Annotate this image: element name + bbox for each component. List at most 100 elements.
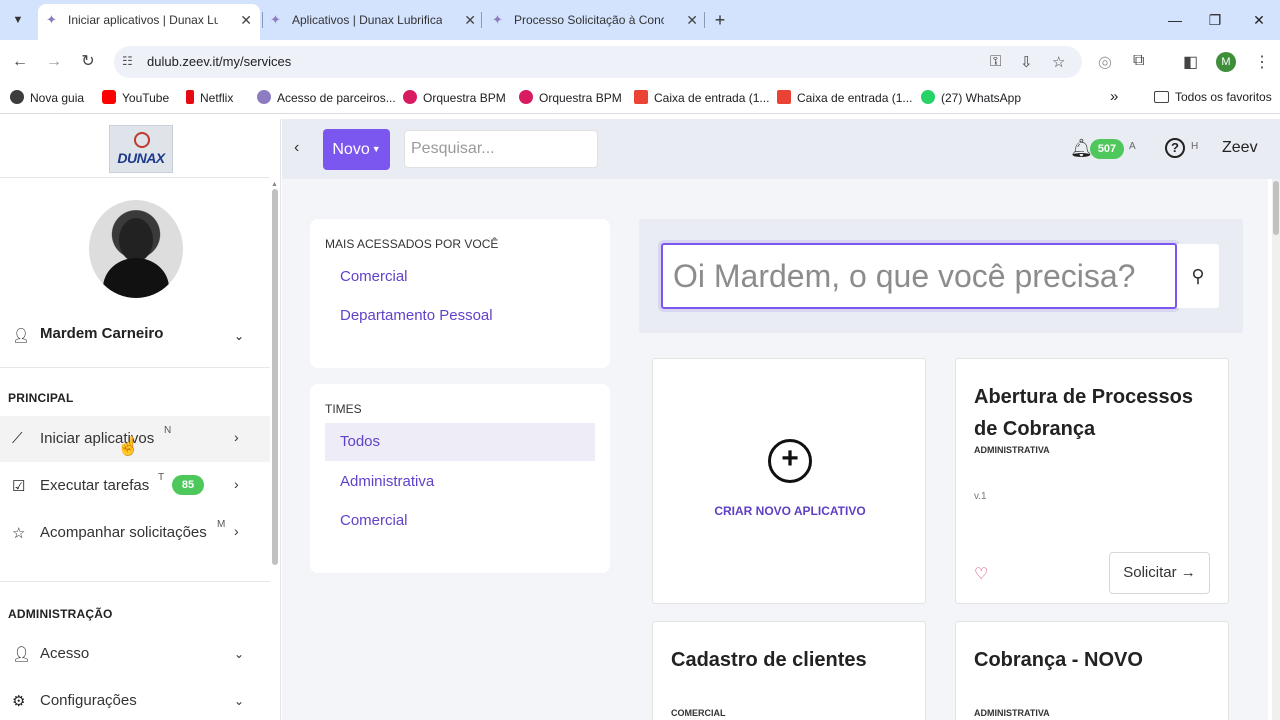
solicitar-button[interactable]: Solicitar →	[1109, 552, 1210, 594]
bookmark-label: Caixa de entrada (1...	[797, 91, 913, 105]
bookmark-youtube[interactable]: YouTube	[102, 90, 169, 105]
sidebar-item-acompanhar-solicitacoes[interactable]: ☆ Acompanhar solicitações M ›	[0, 510, 270, 556]
sidebar-scrollbar[interactable]	[272, 189, 278, 565]
youtube-icon	[102, 90, 116, 104]
sidebar-item-executar-tarefas[interactable]: ☑ Executar tarefas T 85 ›	[0, 463, 270, 509]
app-header: ‹ Novo▼ 🔔︎ 507 A ? H Zeev	[282, 119, 1280, 179]
card-title: TIMES	[325, 402, 362, 416]
service-search-input[interactable]	[661, 243, 1177, 309]
bookmark-nova-guia[interactable]: Nova guia	[10, 90, 84, 105]
forward-icon[interactable]: →	[42, 50, 66, 74]
reload-icon[interactable]: ↻	[76, 50, 100, 74]
site-info-icon[interactable]: ☷	[122, 54, 133, 68]
most-accessed-comercial[interactable]: Comercial	[325, 258, 595, 296]
bookmark-netflix[interactable]: Netflix	[186, 90, 233, 105]
tab-separator	[481, 12, 482, 28]
notification-count-badge[interactable]: 507	[1090, 139, 1124, 159]
url-text[interactable]: dulub.zeev.it/my/services	[147, 54, 291, 69]
scroll-up-icon[interactable]: ▲	[271, 181, 278, 188]
app-card-cadastro-clientes[interactable]: Cadastro de clientes COMERCIAL	[652, 621, 926, 720]
bookmark-label: Todos os favoritos	[1175, 90, 1272, 104]
profile-avatar[interactable]: M	[1216, 52, 1236, 72]
back-icon[interactable]: ←	[8, 50, 32, 74]
brand-name[interactable]: Zeev	[1222, 139, 1258, 157]
team-administrativa[interactable]: Administrativa	[325, 463, 595, 501]
globe-icon	[10, 90, 24, 104]
sidebar-item-acesso[interactable]: 👤︎ Acesso ⌄	[0, 631, 270, 677]
plus-circle-icon: +	[768, 439, 812, 483]
shortcut-key: M	[217, 519, 226, 530]
app-version: v.1	[974, 491, 987, 502]
browser-toolbar: ← → ↻ ☷ dulub.zeev.it/my/services ⚿ ⇩ ☆ …	[0, 40, 1280, 84]
bookmark-label: Orquestra BPM	[423, 91, 506, 105]
team-comercial[interactable]: Comercial	[325, 502, 595, 540]
bookmark-acesso-parceiros[interactable]: Acesso de parceiros...	[257, 90, 396, 105]
checkbox-icon: ☑	[12, 478, 26, 495]
scrollbar-thumb[interactable]	[1273, 181, 1279, 235]
app-team: COMERCIAL	[671, 708, 726, 718]
bookmark-label: YouTube	[122, 91, 170, 105]
help-icon[interactable]: ?	[1165, 138, 1185, 158]
hand-cursor-icon: ☝	[117, 436, 140, 456]
browser-tab-aplicativos[interactable]: ✦ Aplicativos | Dunax Lubrificantes ✕	[262, 4, 484, 36]
task-count-badge: 85	[172, 475, 204, 495]
user-name: Mardem Carneiro	[40, 325, 164, 342]
bookmarks-overflow-icon[interactable]: »	[1110, 88, 1118, 105]
new-tab-button[interactable]: +	[710, 8, 730, 32]
app-team: ADMINISTRATIVA	[974, 445, 1050, 455]
bookmark-gmail-2[interactable]: Caixa de entrada (1...	[777, 90, 912, 105]
company-logo[interactable]: DUNAX	[109, 125, 173, 173]
browser-tab-iniciar[interactable]: ✦ Iniciar aplicativos | Dunax Lubrifican…	[38, 4, 260, 40]
close-icon[interactable]: ✕	[240, 4, 252, 36]
app-card-cobranca-novo[interactable]: Cobrança - NOVO ADMINISTRATIVA	[955, 621, 1229, 720]
password-key-icon[interactable]: ⚿	[990, 53, 1001, 70]
minimize-icon[interactable]: —	[1160, 8, 1190, 32]
tab-separator	[704, 12, 705, 28]
team-todos[interactable]: Todos	[325, 423, 595, 461]
close-icon[interactable]: ✕	[686, 4, 698, 36]
bookmark-label: Orquestra BPM	[539, 91, 622, 105]
most-accessed-departamento-pessoal[interactable]: Departamento Pessoal	[325, 297, 595, 335]
main-content: MAIS ACESSADOS POR VOCÊ Comercial Depart…	[282, 179, 1268, 720]
header-search-input[interactable]	[404, 130, 598, 168]
collapse-sidebar-icon[interactable]: ‹	[294, 139, 299, 157]
address-bar[interactable]: ☷ dulub.zeev.it/my/services ⚿ ⇩ ☆	[114, 46, 1082, 78]
most-accessed-card: MAIS ACESSADOS POR VOCÊ Comercial Depart…	[310, 219, 610, 368]
side-panel-icon[interactable]: ◧	[1183, 52, 1198, 72]
bookmark-gmail-1[interactable]: Caixa de entrada (1...	[634, 90, 769, 105]
bookmark-star-icon[interactable]: ☆	[1052, 53, 1065, 71]
sidebar-item-configuracoes[interactable]: ⚙ Configurações ⌄	[0, 678, 270, 720]
extension-icon[interactable]: ◎	[1098, 52, 1112, 72]
bookmark-whatsapp[interactable]: (27) WhatsApp	[921, 90, 1021, 105]
page-scrollbar[interactable]	[1272, 179, 1280, 720]
tab-search-icon[interactable]: ▼	[8, 10, 28, 30]
bookmark-orquestra-2[interactable]: Orquestra BPM	[519, 90, 622, 105]
section-principal: PRINCIPAL	[8, 391, 74, 405]
tab-title: Processo Solicitação à Conciliação	[514, 13, 664, 27]
tab-title: Iniciar aplicativos | Dunax Lubrificante…	[68, 13, 218, 27]
tab-title: Aplicativos | Dunax Lubrificantes	[292, 13, 442, 27]
divider	[0, 177, 270, 178]
route-icon: ⟋	[12, 430, 23, 447]
divider	[0, 581, 270, 582]
install-app-icon[interactable]: ⇩	[1020, 53, 1033, 71]
all-bookmarks-folder[interactable]: Todos os favoritos	[1154, 90, 1272, 104]
puzzle-icon[interactable]: ⧉	[1133, 52, 1144, 70]
user-menu[interactable]: 👤︎ Mardem Carneiro ⌄	[12, 323, 252, 347]
shortcut-key: N	[164, 425, 172, 436]
new-button[interactable]: Novo ▼	[323, 129, 390, 170]
bookmark-orquestra-1[interactable]: Orquestra BPM	[403, 90, 506, 105]
browser-tab-processo[interactable]: ✦ Processo Solicitação à Conciliação ✕	[484, 4, 706, 36]
shortcut-key: A	[1129, 141, 1136, 152]
search-icon[interactable]: ⚲	[1177, 244, 1219, 308]
kebab-menu-icon[interactable]: ⋮	[1254, 52, 1270, 72]
app-card-abertura-cobranca[interactable]: Abertura de Processos de Cobrança ADMINI…	[955, 358, 1229, 604]
close-icon[interactable]: ✕	[464, 4, 476, 36]
restore-icon[interactable]: ❐	[1200, 8, 1230, 32]
create-app-card[interactable]: + CRIAR NOVO APLICATIVO	[652, 358, 926, 604]
zeev-icon	[257, 90, 271, 104]
heart-icon[interactable]: ♡	[974, 564, 988, 584]
chevron-down-icon[interactable]: ⌄	[234, 329, 244, 343]
bookmark-label: Netflix	[200, 91, 234, 105]
window-close-icon[interactable]: ✕	[1244, 8, 1274, 32]
